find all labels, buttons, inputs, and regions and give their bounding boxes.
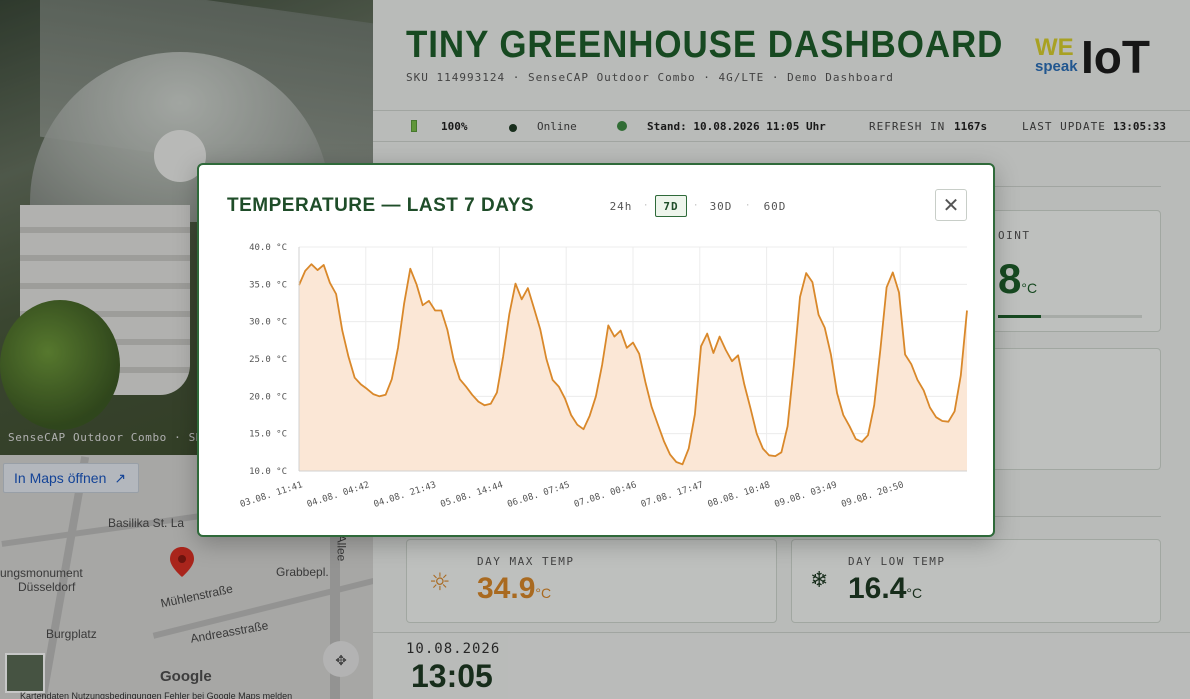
y-tick-label: 10.0 °C bbox=[249, 467, 287, 477]
close-icon: ✕ bbox=[942, 193, 960, 217]
range-7d-button[interactable]: 7D bbox=[655, 195, 687, 217]
range-24h-button[interactable]: 24h bbox=[603, 195, 639, 217]
x-tick-label: 06.08. 07:45 bbox=[506, 480, 571, 510]
y-tick-label: 15.0 °C bbox=[249, 430, 287, 440]
x-tick-label: 03.08. 11:41 bbox=[239, 480, 304, 510]
y-tick-label: 35.0 °C bbox=[249, 280, 287, 290]
y-tick-label: 30.0 °C bbox=[249, 318, 287, 328]
x-tick-label: 09.08. 03:49 bbox=[773, 480, 838, 510]
range-separator: · bbox=[745, 201, 751, 211]
temperature-modal: TEMPERATURE — LAST 7 DAYS 24h · 7D · 30D… bbox=[197, 163, 995, 537]
x-tick-label: 07.08. 17:47 bbox=[640, 480, 705, 510]
x-tick-label: 04.08. 21:43 bbox=[373, 480, 438, 510]
range-separator: · bbox=[643, 201, 649, 211]
range-separator: · bbox=[693, 201, 699, 211]
temperature-chart: 40.0 °C 35.0 °C 30.0 °C 25.0 °C 20.0 °C 15.0 … bbox=[239, 243, 968, 510]
y-tick-label: 40.0 °C bbox=[249, 243, 287, 253]
x-tick-label: 07.08. 00:46 bbox=[573, 480, 638, 510]
x-tick-label: 08.08. 10:48 bbox=[707, 480, 772, 510]
x-tick-label: 09.08. 20:50 bbox=[840, 480, 905, 510]
x-tick-label: 05.08. 14:44 bbox=[439, 480, 504, 510]
y-tick-label: 25.0 °C bbox=[249, 355, 287, 365]
range-60d-button[interactable]: 60D bbox=[757, 195, 793, 217]
x-tick-label: 04.08. 04:42 bbox=[306, 480, 371, 510]
modal-title: TEMPERATURE — LAST 7 DAYS bbox=[227, 195, 535, 216]
range-30d-button[interactable]: 30D bbox=[703, 195, 739, 217]
y-tick-label: 20.0 °C bbox=[249, 392, 287, 402]
close-button[interactable]: ✕ bbox=[935, 189, 967, 221]
